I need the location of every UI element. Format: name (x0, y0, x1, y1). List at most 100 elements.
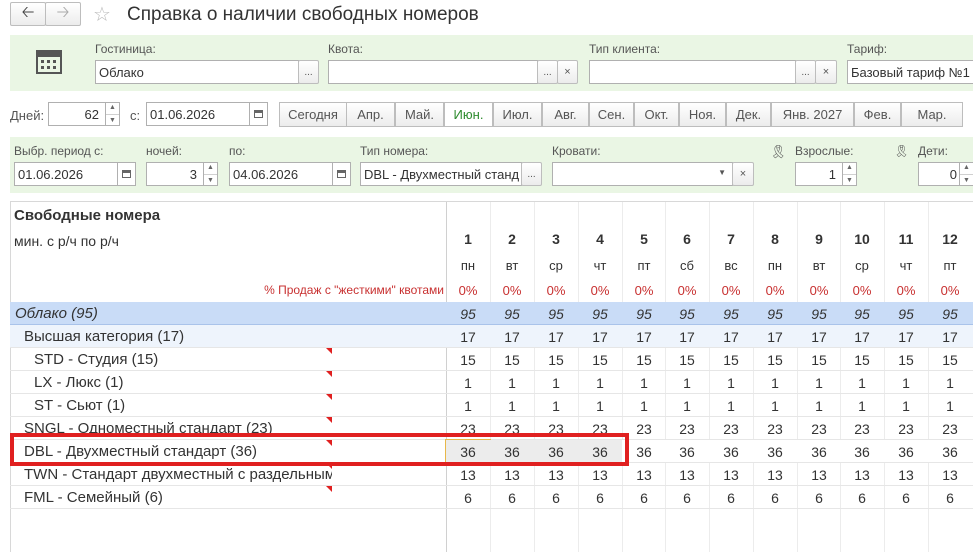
availability-cell[interactable]: 1 (446, 375, 490, 391)
availability-cell[interactable]: 95 (490, 306, 534, 322)
availability-cell[interactable]: 17 (534, 329, 578, 345)
availability-cell[interactable]: 13 (753, 467, 797, 483)
availability-cell[interactable]: 23 (840, 421, 884, 437)
availability-cell[interactable]: 1 (665, 375, 709, 391)
availability-cell[interactable]: 1 (534, 375, 578, 391)
availability-cell[interactable]: 1 (797, 375, 841, 391)
month-button-sep[interactable]: Сен. (589, 102, 634, 127)
adults-input[interactable]: 1 ▲ ▼ (795, 162, 857, 186)
availability-cell[interactable]: 6 (884, 490, 928, 506)
availability-cell[interactable]: 36 (709, 444, 753, 460)
availability-cell[interactable]: 6 (709, 490, 753, 506)
client-type-select-button[interactable]: ... (795, 60, 816, 84)
availability-cell[interactable]: 17 (840, 329, 884, 345)
calendar-small-icon[interactable] (249, 103, 267, 125)
availability-cell[interactable]: 1 (665, 398, 709, 414)
availability-cell[interactable]: 1 (928, 398, 972, 414)
availability-cell[interactable]: 17 (446, 329, 490, 345)
availability-cell[interactable]: 13 (840, 467, 884, 483)
availability-cell[interactable]: 15 (446, 352, 490, 368)
availability-cell[interactable]: 15 (753, 352, 797, 368)
availability-cell[interactable]: 13 (446, 467, 490, 483)
client-type-clear-button[interactable]: × (815, 60, 837, 84)
month-button-aug[interactable]: Авг. (542, 102, 589, 127)
availability-cell[interactable]: 95 (797, 306, 841, 322)
availability-cell[interactable]: 1 (884, 398, 928, 414)
availability-cell[interactable]: 23 (928, 421, 972, 437)
availability-cell[interactable]: 95 (884, 306, 928, 322)
table-row[interactable]: ST - Сьют (1) 1 1 1 1 1 1 1 1 1 1 1 1 (10, 394, 973, 417)
beds-select[interactable]: ▼ (552, 162, 733, 186)
availability-cell[interactable]: 6 (665, 490, 709, 506)
month-button-jun[interactable]: Июн. (444, 102, 493, 127)
table-row[interactable]: LX - Люкс (1) 1 1 1 1 1 1 1 1 1 1 1 1 (10, 371, 973, 394)
availability-cell[interactable]: 23 (884, 421, 928, 437)
availability-cell[interactable]: 1 (578, 375, 622, 391)
availability-cell[interactable]: 6 (534, 490, 578, 506)
availability-cell[interactable]: 6 (622, 490, 666, 506)
star-icon[interactable]: ☆ (93, 2, 111, 27)
availability-cell[interactable]: 13 (578, 467, 622, 483)
availability-cell[interactable]: 95 (928, 306, 972, 322)
tariff-field[interactable]: Базовый тариф №1 (847, 60, 973, 84)
availability-cell[interactable]: 1 (928, 375, 972, 391)
beds-clear-button[interactable]: × (732, 162, 754, 186)
availability-cell[interactable]: 95 (753, 306, 797, 322)
nights-stepper[interactable]: ▲ ▼ (203, 163, 217, 185)
availability-cell[interactable]: 17 (753, 329, 797, 345)
hotel-select-button[interactable]: ... (298, 60, 319, 84)
availability-cell[interactable]: 36 (884, 444, 928, 460)
availability-cell[interactable]: 1 (534, 398, 578, 414)
availability-cell[interactable]: 13 (622, 467, 666, 483)
nights-input[interactable]: 3 ▲ ▼ (146, 162, 218, 186)
availability-cell[interactable]: 13 (709, 467, 753, 483)
availability-cell[interactable]: 15 (928, 352, 972, 368)
back-button[interactable]: 🡠 (10, 2, 46, 26)
availability-cell[interactable]: 1 (709, 375, 753, 391)
availability-cell[interactable]: 1 (840, 375, 884, 391)
availability-cell[interactable]: 95 (534, 306, 578, 322)
availability-cell[interactable]: 1 (490, 398, 534, 414)
availability-cell[interactable]: 17 (622, 329, 666, 345)
availability-cell[interactable]: 13 (665, 467, 709, 483)
today-button[interactable]: Сегодня (279, 102, 347, 127)
availability-cell[interactable]: 15 (490, 352, 534, 368)
availability-cell[interactable]: 6 (578, 490, 622, 506)
room-type-field[interactable]: DBL - Двухместный станд (360, 162, 522, 186)
availability-cell[interactable]: 15 (622, 352, 666, 368)
calendar-small-icon[interactable] (117, 163, 135, 185)
children-stepper[interactable]: ▲ ▼ (959, 163, 973, 185)
availability-cell[interactable]: 36 (753, 444, 797, 460)
period-from-input[interactable]: 01.06.2026 (14, 162, 136, 186)
availability-cell[interactable]: 1 (446, 398, 490, 414)
days-input[interactable]: 62 ▲ ▼ (48, 102, 120, 126)
month-button-nov[interactable]: Ноя. (679, 102, 726, 127)
availability-cell[interactable]: 1 (884, 375, 928, 391)
hotel-field[interactable]: Облако (95, 60, 299, 84)
availability-cell[interactable]: 36 (797, 444, 841, 460)
availability-cell[interactable]: 1 (622, 375, 666, 391)
availability-cell[interactable]: 6 (446, 490, 490, 506)
table-row[interactable]: Высшая категория (17) 17 17 17 17 17 17 17 17 17 1… (10, 325, 973, 348)
availability-cell[interactable]: 15 (840, 352, 884, 368)
month-button-mar[interactable]: Мар. (901, 102, 963, 127)
availability-cell[interactable]: 95 (622, 306, 666, 322)
availability-cell[interactable]: 23 (753, 421, 797, 437)
availability-cell[interactable]: 6 (928, 490, 972, 506)
availability-cell[interactable]: 36 (928, 444, 972, 460)
availability-cell[interactable]: 17 (797, 329, 841, 345)
from-date-input[interactable]: 01.06.2026 (146, 102, 268, 126)
availability-cell[interactable]: 95 (709, 306, 753, 322)
to-date-input[interactable]: 04.06.2026 (229, 162, 351, 186)
availability-cell[interactable]: 17 (665, 329, 709, 345)
availability-cell[interactable]: 36 (665, 444, 709, 460)
availability-cell[interactable]: 1 (622, 398, 666, 414)
table-row[interactable]: STD - Студия (15) 15 15 15 15 15 15 15 15 15 15 15 1… (10, 348, 973, 371)
availability-cell[interactable]: 6 (797, 490, 841, 506)
client-type-field[interactable] (589, 60, 796, 84)
availability-cell[interactable]: 15 (709, 352, 753, 368)
room-type-select-button[interactable]: ... (521, 162, 542, 186)
quota-select-button[interactable]: ... (537, 60, 558, 84)
availability-cell[interactable]: 6 (753, 490, 797, 506)
table-row[interactable]: TWN - Стандарт двухместный с раздельными… (10, 463, 973, 486)
